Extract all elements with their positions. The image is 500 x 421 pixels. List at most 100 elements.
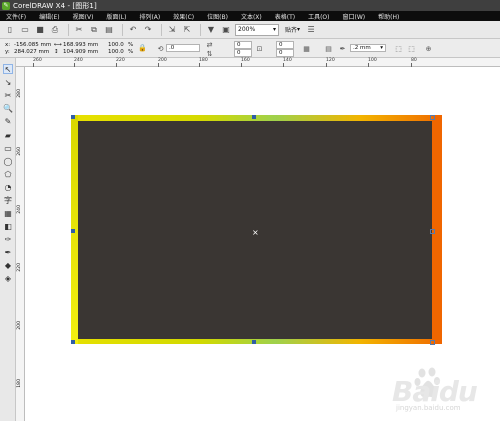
break-apart-icon[interactable]: ⬚ (407, 44, 416, 53)
new-icon[interactable]: ▯ (4, 24, 16, 36)
horizontal-ruler[interactable]: 260 240 220 200 180 160 140 120 100 80 (16, 58, 500, 67)
watermark-url: jingyan.baidu.com (396, 404, 461, 412)
corner-radius-bottom-right-field[interactable]: 0 (276, 49, 294, 57)
convert-to-curves-icon[interactable]: ⬚ (394, 44, 403, 53)
zoom-tool-icon[interactable]: 🔍 (3, 103, 13, 113)
menu-file[interactable]: 文件(F) (6, 12, 26, 21)
target-icon[interactable]: ⊕ (424, 44, 433, 53)
menu-edit[interactable]: 编辑(E) (39, 12, 59, 21)
outline-tool-icon[interactable]: ✒ (3, 247, 13, 257)
text-wrap-icon[interactable]: ▤ (324, 44, 333, 53)
round-corners-lock-icon[interactable]: ⊡ (255, 44, 264, 53)
eyedropper-tool-icon[interactable]: ✑ (3, 234, 13, 244)
selection-handle-right[interactable] (430, 229, 435, 234)
open-icon[interactable]: ▭ (19, 24, 31, 36)
title-bar: ✎ CorelDRAW X4 - [图形1] (0, 0, 500, 11)
selection-handle-left[interactable] (71, 229, 75, 233)
height-field[interactable]: 104.909 mm (63, 49, 98, 56)
copy-icon[interactable]: ⧉ (88, 24, 100, 36)
baidu-watermark: Baidu jingyan.baidu.com (392, 367, 500, 421)
crop-tool-icon[interactable]: ✂ (3, 90, 13, 100)
paste-icon[interactable]: ▤ (103, 24, 115, 36)
scale-x-field[interactable]: 100.0 (108, 42, 124, 49)
selection-handle-bottom[interactable] (252, 340, 256, 344)
menu-bitmaps[interactable]: 位图(B) (207, 12, 228, 21)
ruler-tick: 80 (411, 58, 417, 67)
shape-tool-icon[interactable]: ↘ (3, 77, 13, 87)
selection-handle-top-right[interactable] (430, 115, 435, 120)
welcome-icon[interactable]: ▣ (220, 24, 232, 36)
outline-width-value: .2 mm (353, 45, 371, 51)
ruler-tick: 280 (17, 89, 22, 98)
standard-toolbar: ▯ ▭ ■ ⎙ ✂ ⧉ ▤ ↶ ↷ ⇲ ⇱ ▼ ▣ 200% ▾ 贴齐 ▾ ☰ (0, 21, 500, 39)
menu-layout[interactable]: 版面(L) (106, 12, 126, 21)
percent-label: % (128, 49, 134, 55)
menu-window[interactable]: 窗口(W) (343, 12, 366, 21)
print-icon[interactable]: ⎙ (49, 24, 61, 36)
export-icon[interactable]: ⇱ (181, 24, 193, 36)
save-icon[interactable]: ■ (34, 24, 46, 36)
width-icon: ⟷ (54, 42, 62, 48)
scale-y-field[interactable]: 100.0 (108, 49, 124, 56)
outline-pen-icon: ✒ (339, 44, 346, 53)
freehand-tool-icon[interactable]: ✎ (3, 116, 13, 126)
options-icon[interactable]: ☰ (305, 24, 317, 36)
gradient-outline-bottom (71, 339, 442, 344)
rotation-field[interactable]: .0 (166, 44, 200, 52)
outline-width-select[interactable]: .2 mm ▾ (350, 44, 386, 52)
import-icon[interactable]: ⇲ (166, 24, 178, 36)
coreldraw-app-icon[interactable]: ✎ (2, 1, 10, 10)
ruler-tick: 140 (283, 58, 292, 67)
basic-shapes-icon[interactable]: ◔ (3, 182, 13, 192)
toolbar-separator (68, 23, 69, 36)
vertical-ruler[interactable]: 280 260 240 220 200 180 (16, 67, 25, 421)
ruler-tick: 240 (17, 205, 22, 214)
text-tool-icon[interactable]: 字 (3, 195, 13, 205)
ellipse-tool-icon[interactable]: ◯ (3, 156, 13, 166)
rotation-center-icon[interactable]: × (252, 228, 259, 237)
ruler-tick: 260 (17, 147, 22, 156)
corner-radius-top-left-field[interactable]: 0 (234, 41, 252, 49)
interactive-fill-icon[interactable]: ◈ (3, 273, 13, 283)
interactive-tool-icon[interactable]: ◧ (3, 221, 13, 231)
toolbar-separator (200, 23, 201, 36)
table-tool-icon[interactable]: ▦ (3, 208, 13, 218)
polygon-tool-icon[interactable]: ⬠ (3, 169, 13, 179)
ruler-tick: 260 (33, 58, 42, 67)
selection-handle-top-left[interactable] (71, 115, 75, 119)
menu-table[interactable]: 表格(T) (275, 12, 295, 21)
ruler-tick: 200 (158, 58, 167, 67)
menu-arrange[interactable]: 排列(A) (139, 12, 160, 21)
zoom-level-select[interactable]: 200% ▾ (235, 23, 279, 36)
menu-view[interactable]: 视图(V) (73, 12, 94, 21)
selection-handle-top[interactable] (252, 115, 256, 119)
selection-handle-bottom-left[interactable] (71, 340, 75, 344)
smart-fill-icon[interactable]: ▰ (3, 130, 13, 140)
redo-icon[interactable]: ↷ (142, 24, 154, 36)
wrap-text-icon[interactable]: ▦ (302, 44, 311, 53)
ruler-tick: 120 (326, 58, 335, 67)
lock-ratio-icon[interactable]: 🔒 (138, 43, 147, 52)
ruler-tick: 220 (17, 263, 22, 272)
toolbar-separator (122, 23, 123, 36)
menu-tools[interactable]: 工具(O) (308, 12, 329, 21)
rectangle-tool-icon[interactable]: ▭ (3, 143, 13, 153)
fill-tool-icon[interactable]: ◆ (3, 260, 13, 270)
undo-icon[interactable]: ↶ (127, 24, 139, 36)
corner-radius-bottom-left-field[interactable]: 0 (234, 49, 252, 57)
zoom-level-value: 200% (238, 26, 256, 33)
selection-handle-bottom-right[interactable] (430, 340, 435, 345)
cut-icon[interactable]: ✂ (73, 24, 85, 36)
y-position-field[interactable]: 284.027 mm (14, 49, 49, 56)
menu-text[interactable]: 文本(X) (241, 12, 262, 21)
menu-help[interactable]: 帮助(H) (378, 12, 399, 21)
pick-tool-icon[interactable]: ↖ (3, 64, 13, 74)
corner-radius-top-right-field[interactable]: 0 (276, 41, 294, 49)
width-field[interactable]: 168.993 mm (63, 42, 98, 49)
app-launcher-icon[interactable]: ▼ (205, 24, 217, 36)
snap-to-dropdown[interactable]: 贴齐 ▾ (285, 25, 300, 34)
mirror-horizontal-icon[interactable]: ⇄ (205, 40, 214, 49)
x-position-field[interactable]: -156.085 mm (14, 42, 51, 49)
menu-effects[interactable]: 效果(C) (173, 12, 194, 21)
mirror-vertical-icon[interactable]: ⇅ (205, 49, 214, 58)
